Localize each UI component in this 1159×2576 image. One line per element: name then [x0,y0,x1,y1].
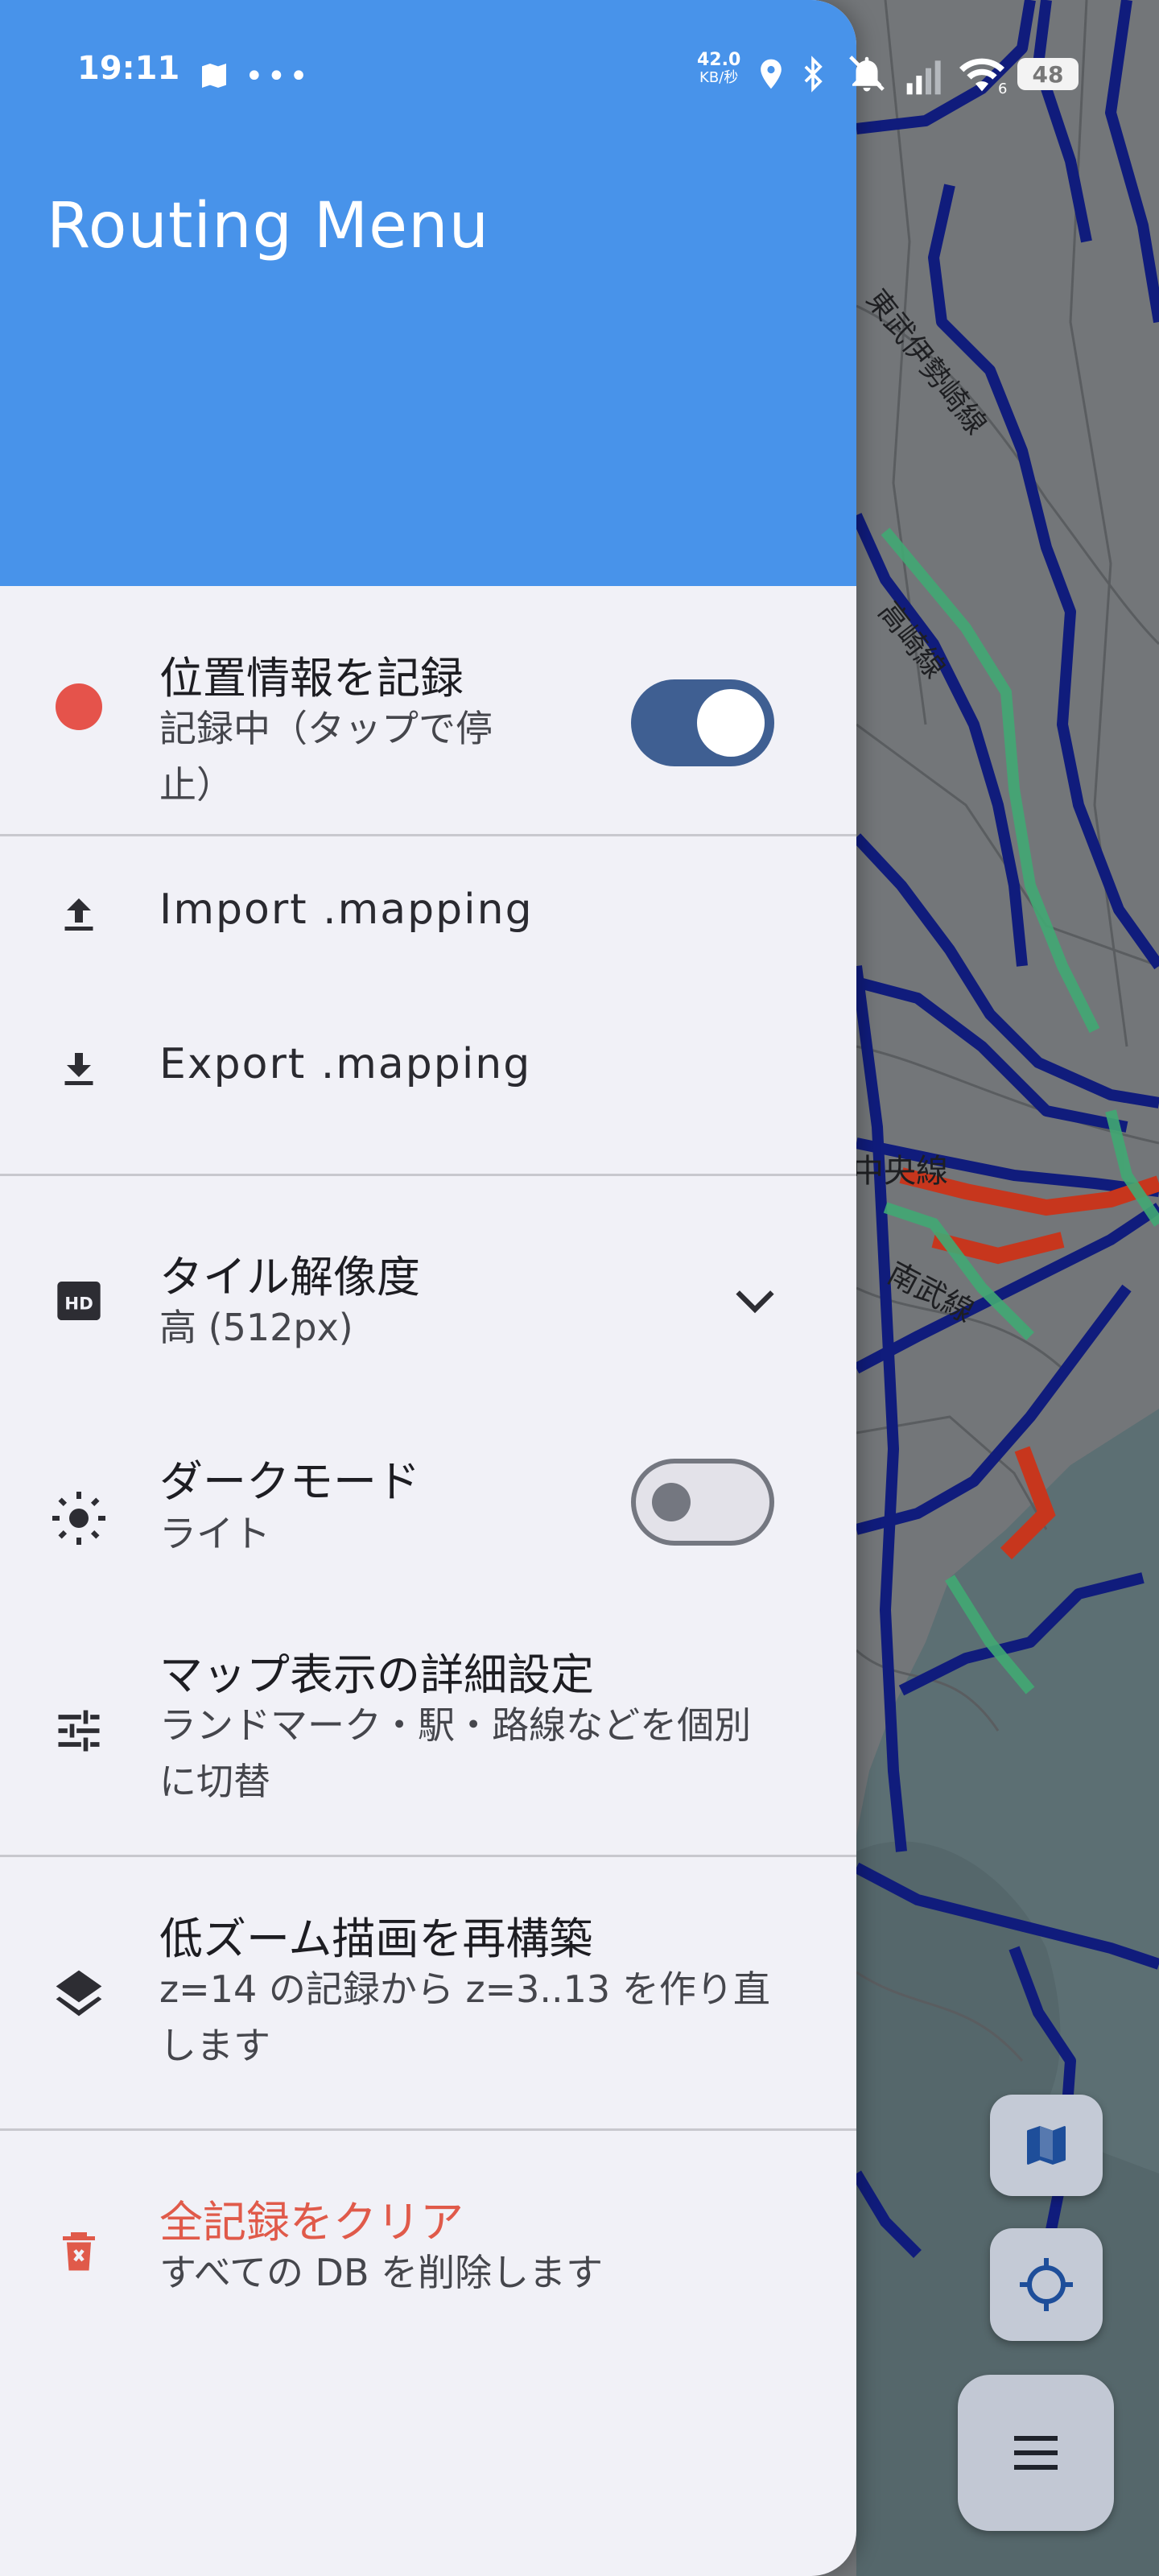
my-location-icon [1020,2258,1073,2311]
toggle-knob [697,689,765,757]
svg-text:HD: HD [64,1294,93,1315]
record-dot-icon [50,678,108,736]
layers-icon [50,1964,108,2022]
toggle-knob [652,1483,691,1521]
map-display-settings-item[interactable]: マップ表示の詳細設定 ランドマーク・駅・路線などを個別に切替 [0,1618,856,1852]
tile-resolution-title: タイル解像度 [159,1252,420,1302]
rebuild-low-zoom-item[interactable]: 低ズーム描画を再構築 z=14 の記録から z=3..13 を作り直します [0,1860,856,2125]
export-mapping-item[interactable]: Export .mapping [0,992,856,1150]
upload-icon [50,886,108,943]
map-icon [1027,2126,1066,2165]
record-location-item[interactable]: 位置情報を記録 記録中（タップで停止） [0,592,856,834]
battery-indicator: 48 [1017,58,1079,90]
location-icon [753,53,789,98]
signal-icon [903,56,948,98]
drawer-title: Routing Menu [47,190,490,262]
record-location-toggle[interactable] [631,679,774,766]
divider [0,1174,856,1176]
muted-notifications-icon [845,52,889,98]
rebuild-low-zoom-subtitle: z=14 の記録から z=3..13 を作り直します [159,1967,770,2067]
delete-icon [50,2223,108,2281]
wifi-icon: 6 [956,52,1008,100]
clear-all-records-title: 全記録をクリア [159,2197,464,2248]
chevron-down-icon[interactable] [729,1282,781,1323]
hd-icon: HD [50,1272,108,1330]
divider [0,2128,856,2131]
download-icon [50,1040,108,1098]
tune-icon [50,1702,108,1760]
rebuild-low-zoom-title: 低ズーム描画を再構築 [159,1913,593,1964]
import-mapping-item[interactable]: Import .mapping [0,839,856,992]
dark-mode-item[interactable]: ダークモード ライト [0,1425,856,1602]
import-mapping-label: Import .mapping [159,886,534,934]
navigation-drawer: 19:11 ••• 42.0 KB/秒 Routing Menu 位置情報を記録… [0,0,856,2576]
menu-button[interactable] [958,2375,1114,2531]
locate-me-button[interactable] [990,2228,1103,2341]
map-app-icon [198,60,230,95]
drawer-header: 19:11 ••• 42.0 KB/秒 Routing Menu [0,0,856,586]
divider [0,834,856,836]
divider [0,1855,856,1857]
more-notifications-icon: ••• [245,58,311,95]
net-speed: 42.0 KB/秒 [697,50,741,87]
tile-resolution-item[interactable]: HD タイル解像度 高 (512px) [0,1208,856,1393]
export-mapping-label: Export .mapping [159,1040,532,1088]
bluetooth-icon [795,52,831,100]
record-location-subtitle: 記録中（タップで停止） [159,707,493,807]
dark-mode-toggle[interactable] [631,1459,774,1546]
dark-mode-title: ダークモード [159,1456,420,1507]
map-display-settings-subtitle: ランドマーク・駅・路線などを個別に切替 [159,1703,752,1803]
map-display-settings-title: マップ表示の詳細設定 [159,1649,594,1700]
brightness-icon [50,1489,108,1547]
tile-resolution-value: 高 (512px) [159,1306,353,1349]
record-location-title: 位置情報を記録 [159,653,464,704]
clear-all-records-item[interactable]: 全記録をクリア すべての DB を削除します [0,2133,856,2375]
clear-all-records-subtitle: すべての DB を削除します [159,2251,604,2294]
map-layers-button[interactable] [990,2095,1103,2196]
map-label-chuo: 中央線 [852,1153,948,1190]
menu-icon [1014,2436,1058,2470]
status-time: 19:11 [77,50,180,87]
